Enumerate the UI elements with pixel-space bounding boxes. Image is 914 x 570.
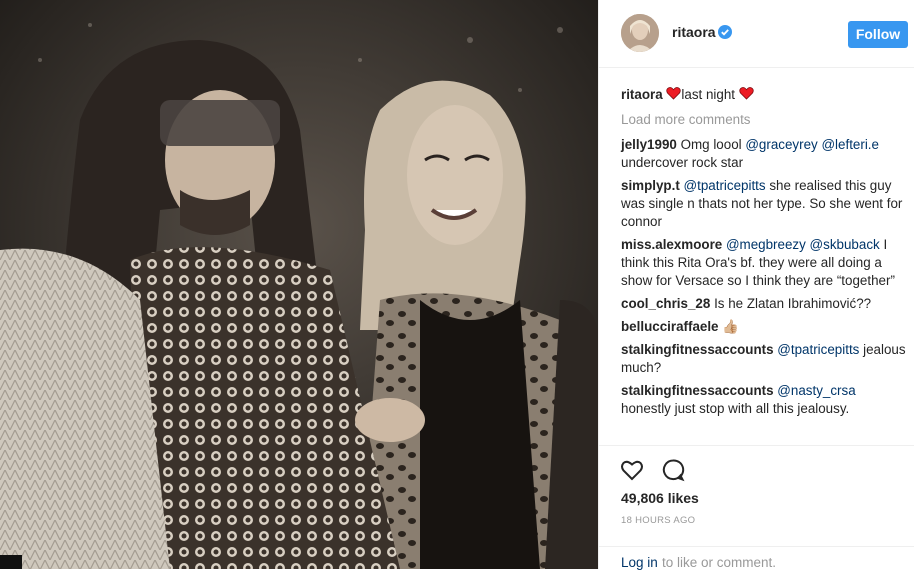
load-more-comments[interactable]: Load more comments bbox=[621, 111, 909, 129]
post-sidebar: ritaora Follow ritaora last night Load m… bbox=[598, 0, 914, 570]
comment-text: undercover rock star bbox=[621, 155, 744, 170]
comment-text: honestly just stop with all this jealous… bbox=[621, 401, 850, 416]
red-heart-icon bbox=[666, 87, 682, 100]
likes-count[interactable]: 49,806 likes bbox=[621, 490, 699, 506]
comment-item: jelly1990 Omg loool @graceyrey @lefteri.… bbox=[621, 136, 909, 172]
comment-text: 👍🏼 bbox=[722, 319, 739, 334]
comment-text: Is he Zlatan Ibrahimović?? bbox=[714, 296, 872, 311]
comment-username[interactable]: belluccirаffaele bbox=[621, 319, 719, 334]
comment-item: miss.alexmoore @megbreezy @skbuback I th… bbox=[621, 236, 909, 290]
mention-link[interactable]: @graceyrey bbox=[745, 137, 817, 152]
comment-username[interactable]: stalkingfitnessaccounts bbox=[621, 383, 774, 398]
comment-item: belluccirаffaele 👍🏼 bbox=[621, 318, 909, 336]
comment-username[interactable]: miss.alexmoore bbox=[621, 237, 722, 252]
post-header: ritaora Follow bbox=[599, 0, 914, 68]
heart-outline-icon[interactable] bbox=[620, 458, 644, 482]
mention-link[interactable]: @tpatricepitts bbox=[777, 342, 859, 357]
mention-link[interactable]: @nasty_crsa bbox=[777, 383, 855, 398]
comment-username[interactable]: cool_chris_28 bbox=[621, 296, 710, 311]
mention-link[interactable]: @lefteri.e bbox=[821, 137, 879, 152]
avatar[interactable] bbox=[621, 14, 659, 52]
mention-link[interactable]: @skbuback bbox=[810, 237, 880, 252]
action-bar bbox=[599, 445, 914, 482]
caption-text: last night bbox=[681, 87, 736, 102]
comment-item: stalkingfitnessaccounts @nasty_crsa hone… bbox=[621, 382, 909, 418]
comment-container: jelly1990 Omg loool @graceyrey @lefteri.… bbox=[621, 136, 909, 418]
username[interactable]: ritaora bbox=[672, 24, 716, 40]
comment-username[interactable]: stalkingfitnessaccounts bbox=[621, 342, 774, 357]
verified-badge-icon bbox=[718, 25, 732, 39]
login-prompt: Log in to like or comment. bbox=[599, 546, 914, 570]
comment-username[interactable]: simplyp.t bbox=[621, 178, 680, 193]
instagram-post: ritaora Follow ritaora last night Load m… bbox=[0, 0, 914, 570]
speech-bubble-icon[interactable] bbox=[661, 458, 685, 482]
login-prompt-text: to like or comment. bbox=[662, 555, 777, 570]
caption-username[interactable]: ritaora bbox=[621, 87, 663, 102]
red-heart-icon bbox=[739, 87, 754, 100]
comment-item: cool_chris_28 Is he Zlatan Ibrahimović?? bbox=[621, 295, 909, 313]
comments-list: ritaora last night Load more comments je… bbox=[621, 86, 909, 423]
mention-link[interactable]: @tpatricepitts bbox=[684, 178, 766, 193]
post-timestamp: 18 HOURS AGO bbox=[621, 515, 696, 526]
caption: ritaora last night bbox=[621, 86, 909, 104]
mention-link[interactable]: @megbreezy bbox=[726, 237, 806, 252]
comment-username[interactable]: jelly1990 bbox=[621, 137, 677, 152]
comment-item: stalkingfitnessaccounts @tpatricepitts j… bbox=[621, 341, 909, 377]
login-link[interactable]: Log in bbox=[621, 555, 658, 570]
comment-text: Omg loool bbox=[680, 137, 746, 152]
post-photo[interactable] bbox=[0, 0, 598, 569]
follow-button[interactable]: Follow bbox=[848, 21, 908, 48]
photo-illustration bbox=[0, 0, 598, 569]
comment-item: simplyp.t @tpatricepitts she realised th… bbox=[621, 177, 909, 231]
